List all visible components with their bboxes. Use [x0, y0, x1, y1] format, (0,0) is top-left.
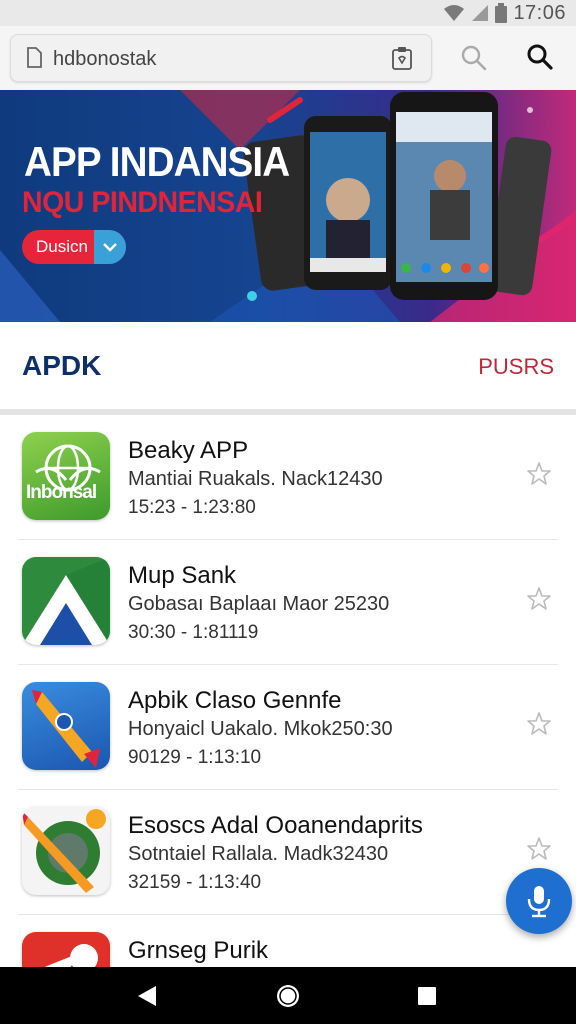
- back-icon[interactable]: [136, 984, 158, 1008]
- status-icons: 17:06: [443, 2, 566, 24]
- search-icon[interactable]: [460, 44, 488, 72]
- status-bar: 17:06: [0, 0, 576, 26]
- banner-button[interactable]: Dusicn: [22, 230, 126, 264]
- battery-icon: [495, 3, 508, 23]
- list-item[interactable]: Inbonsal Beaky APP Mantiai Ruakals. Nack…: [0, 415, 576, 540]
- star-icon[interactable]: [526, 586, 552, 612]
- app-name: Esoscs Adal Ooanendaprits: [128, 812, 423, 839]
- status-time: 17:06: [513, 1, 566, 24]
- promo-banner[interactable]: APP INDANSIA NQU PINDNENSAI Dusicn: [0, 90, 576, 322]
- wifi-icon: [444, 5, 465, 21]
- app-meta: 32159 - 1:13:40: [128, 872, 262, 893]
- banner-subtitle: NQU PINDNENSAI: [22, 186, 263, 219]
- app-name: Grnseg Purik: [128, 937, 269, 964]
- star-icon[interactable]: [526, 461, 552, 487]
- banner-title: APP INDANSIA: [24, 138, 290, 185]
- star-icon[interactable]: [526, 836, 552, 862]
- voice-search-button[interactable]: [506, 868, 572, 934]
- app-name: Beaky APP: [128, 437, 249, 464]
- microphone-icon: [527, 886, 551, 918]
- home-icon[interactable]: [275, 983, 301, 1009]
- app-name: Apbik Claso Gennfe: [128, 687, 342, 714]
- section-header: APDK PUSRS: [0, 322, 576, 410]
- star-icon[interactable]: [526, 711, 552, 737]
- signal-icon: [472, 5, 489, 21]
- section-action-link[interactable]: PUSRS: [478, 354, 554, 380]
- globe-icon: Inbonsal: [22, 432, 110, 520]
- section-title: APDK: [22, 350, 102, 381]
- list-item[interactable]: Apbik Claso Gennfe Honyaicl Uakalo. Mkok…: [0, 665, 576, 790]
- search-icon[interactable]: [526, 43, 554, 71]
- banner-button-label: Dusicn: [36, 237, 88, 256]
- url-field[interactable]: hdbonostak: [10, 34, 432, 82]
- red-app-icon: [22, 932, 110, 967]
- app-description: Honyaicl Uakalo. Mkok250:30: [128, 718, 393, 740]
- app-icon-label: Inbonsal: [26, 482, 97, 503]
- app-meta: 15:23 - 1:23:80: [128, 497, 256, 518]
- url-text: hdbonostak: [53, 48, 157, 70]
- app-meta: 90129 - 1:13:10: [128, 747, 262, 768]
- list-item[interactable]: Esoscs Adal Ooanendaprits Sotntaiel Rall…: [0, 790, 576, 915]
- rocket-icon: [22, 682, 110, 770]
- pencil-chat-icon: [22, 807, 110, 895]
- triangle-logo-icon: [22, 557, 110, 645]
- app-meta: 30:30 - 1:81119: [128, 622, 259, 643]
- app-name: Mup Sank: [128, 562, 237, 589]
- toolbar: hdbonostak: [0, 26, 576, 90]
- list-item[interactable]: Mup Sank Gobasaı Baplaaı Maor 25230 30:3…: [0, 540, 576, 665]
- document-icon: [27, 47, 42, 68]
- app-description: Mantiai Ruakals. Nack12430: [128, 468, 383, 490]
- app-description: Gobasaı Baplaaı Maor 25230: [128, 593, 390, 615]
- app-description: Sotntaiel Rallala. Madk32430: [128, 843, 389, 865]
- app-list: Inbonsal Beaky APP Mantiai Ruakals. Nack…: [0, 415, 576, 967]
- clipboard-badge-icon[interactable]: [391, 46, 413, 70]
- list-item[interactable]: Grnseg Purik: [0, 915, 576, 967]
- recent-apps-icon[interactable]: [416, 985, 438, 1007]
- navigation-bar: [0, 967, 576, 1024]
